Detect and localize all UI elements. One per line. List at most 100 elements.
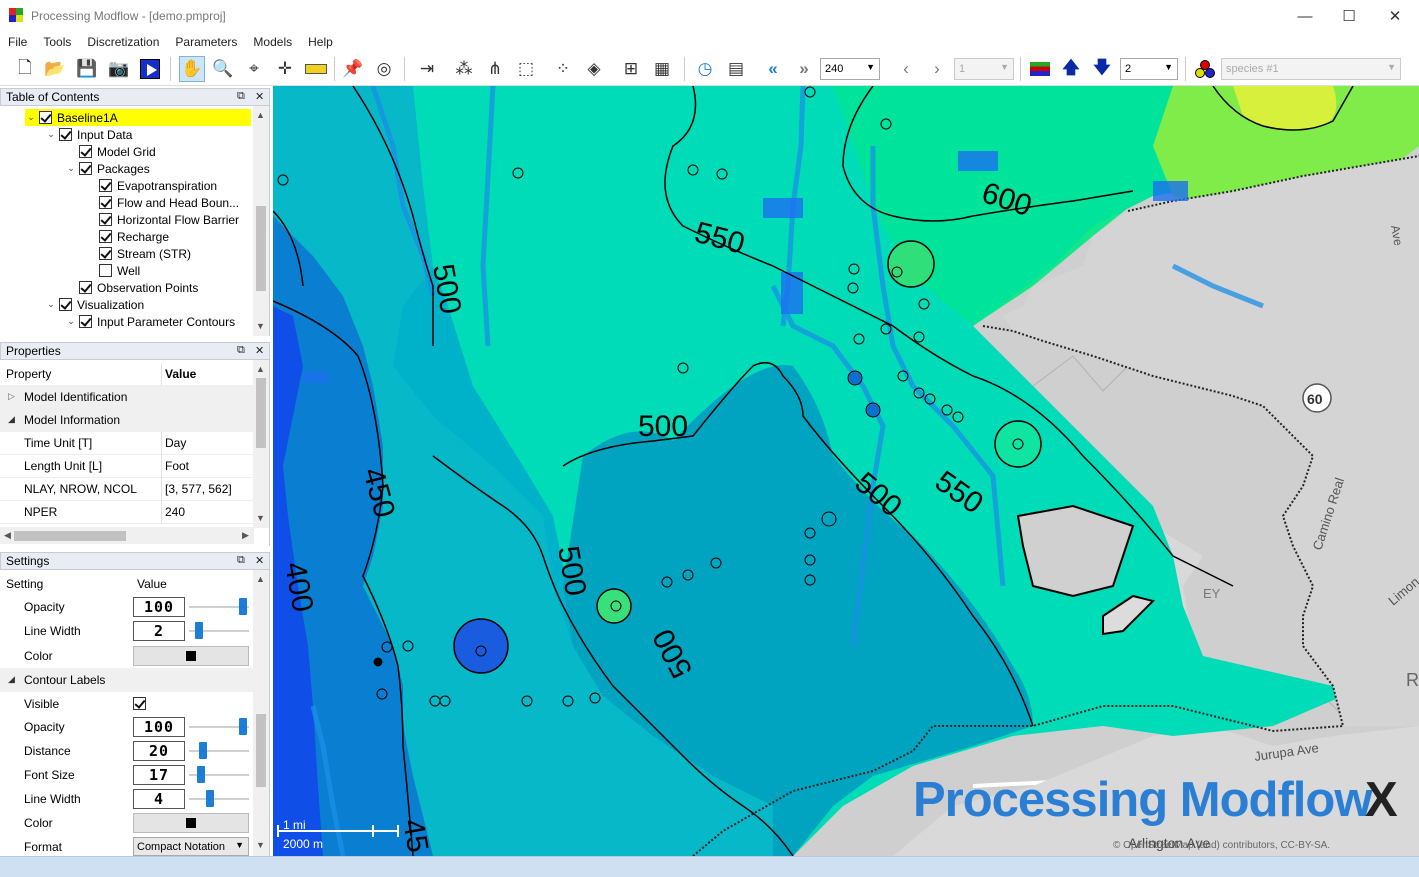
group-model-identification[interactable]: ▷ Model Identification: [0, 386, 254, 409]
checkbox[interactable]: [99, 264, 112, 277]
layer-index-select[interactable]: 1 ▼: [954, 58, 1014, 80]
collapse-icon[interactable]: ⌄: [45, 299, 57, 310]
toc-item-horizontal-flow-barrier[interactable]: Horizontal Flow Barrier: [97, 211, 239, 228]
network-icon[interactable]: ⋔: [482, 56, 508, 82]
toc-item-input-data[interactable]: ⌄ Input Data: [45, 126, 132, 143]
first-period-icon[interactable]: «: [760, 56, 786, 82]
scroll-thumb[interactable]: [256, 206, 266, 291]
color-picker[interactable]: [133, 646, 249, 666]
scroll-up-icon[interactable]: ▲: [256, 110, 265, 120]
split-view-icon[interactable]: ⊞: [618, 56, 644, 82]
scroll-up-icon[interactable]: ▲: [256, 574, 265, 584]
menu-discretization[interactable]: Discretization: [79, 35, 167, 49]
species-icon[interactable]: [1192, 56, 1218, 82]
slider-knob[interactable]: [197, 766, 205, 783]
scroll-thumb[interactable]: [256, 714, 266, 787]
close-icon[interactable]: ✕: [255, 90, 264, 103]
zoom-icon[interactable]: 🔍: [210, 56, 236, 82]
toc-item-baseline[interactable]: ⌄ Baseline1A: [25, 109, 251, 126]
scroll-right-icon[interactable]: ▶: [242, 530, 249, 541]
expand-icon[interactable]: ▷: [8, 391, 15, 402]
toc-item-evapotranspiration[interactable]: Evapotranspiration: [97, 177, 217, 194]
float-icon[interactable]: ⧉: [237, 344, 245, 357]
distance-input[interactable]: 20: [133, 741, 185, 761]
checkbox[interactable]: [79, 145, 92, 158]
group-contour-labels[interactable]: ◢ Contour Labels: [0, 668, 254, 692]
settings-scrollbar[interactable]: ▲ ▼: [253, 570, 269, 856]
label-opacity-input[interactable]: 100: [133, 717, 185, 737]
checkbox[interactable]: [99, 230, 112, 243]
measure-ruler-icon[interactable]: [303, 56, 329, 82]
format-select[interactable]: Compact Notation ▼: [133, 837, 249, 856]
checkbox[interactable]: [99, 213, 112, 226]
particles-icon[interactable]: ⁂: [451, 56, 477, 82]
menu-models[interactable]: Models: [245, 35, 300, 49]
zoom-extent-icon[interactable]: ⌖: [241, 56, 267, 82]
clock-icon[interactable]: ◷: [692, 56, 718, 82]
previous-icon[interactable]: ‹: [893, 56, 919, 82]
property-row[interactable]: NPER 240: [0, 501, 254, 524]
scroll-down-icon[interactable]: ▼: [256, 321, 265, 331]
open-folder-icon[interactable]: 📂: [42, 56, 68, 82]
toc-item-recharge[interactable]: Recharge: [97, 228, 169, 245]
checkbox[interactable]: [99, 196, 112, 209]
map-view[interactable]: 500 550 600 500 550 500 450 500 400 500 …: [273, 86, 1419, 856]
pin-icon[interactable]: 📌: [340, 56, 366, 82]
collapse-icon[interactable]: ⌄: [65, 316, 77, 327]
visible-checkbox[interactable]: [133, 697, 146, 710]
scroll-thumb[interactable]: [256, 378, 266, 448]
scroll-down-icon[interactable]: ▼: [256, 840, 265, 850]
slider-knob[interactable]: [239, 598, 247, 615]
toc-item-visualization[interactable]: ⌄ Visualization: [45, 296, 144, 313]
menu-tools[interactable]: Tools: [35, 35, 79, 49]
opacity-input[interactable]: 100: [133, 597, 185, 617]
font-size-slider[interactable]: [189, 766, 249, 783]
opacity-slider[interactable]: [189, 598, 249, 615]
layer-select[interactable]: 2 ▼: [1120, 58, 1178, 80]
toc-item-observation-points[interactable]: Observation Points: [77, 279, 198, 296]
distance-slider[interactable]: [189, 742, 249, 759]
checkbox[interactable]: [59, 298, 72, 311]
slider-knob[interactable]: [195, 622, 203, 639]
polygon-select-icon[interactable]: ⬚: [513, 56, 539, 82]
properties-scrollbar[interactable]: ▲ ▼: [253, 360, 269, 528]
label-opacity-slider[interactable]: [189, 718, 249, 735]
layers-icon[interactable]: ◈: [581, 56, 607, 82]
label-line-width-input[interactable]: 4: [133, 789, 185, 809]
close-icon[interactable]: ✕: [255, 344, 264, 357]
close-icon[interactable]: ✕: [255, 554, 264, 567]
toc-item-packages[interactable]: ⌄ Packages: [65, 160, 149, 177]
save-icon[interactable]: 💾: [74, 56, 100, 82]
checkbox[interactable]: [79, 315, 92, 328]
menu-help[interactable]: Help: [300, 35, 341, 49]
contour-map[interactable]: 500 550 600 500 550 500 450 500 400 500 …: [273, 86, 1419, 856]
collapse-icon[interactable]: ◢: [8, 674, 15, 685]
new-file-icon[interactable]: 🗋: [12, 56, 38, 82]
export-icon[interactable]: ⇥: [414, 56, 440, 82]
close-button[interactable]: ✕: [1372, 0, 1418, 32]
property-row[interactable]: NLAY, NROW, NCOL [3, 577, 562]: [0, 478, 254, 501]
menu-file[interactable]: File: [0, 35, 35, 49]
last-period-icon[interactable]: »: [791, 56, 817, 82]
label-line-width-slider[interactable]: [189, 790, 249, 807]
slider-knob[interactable]: [206, 790, 214, 807]
toc-item-stream[interactable]: Stream (STR): [97, 245, 191, 262]
scroll-down-icon[interactable]: ▼: [256, 513, 265, 523]
table-icon[interactable]: ▤: [723, 56, 749, 82]
run-icon[interactable]: [137, 56, 163, 82]
pan-hand-icon[interactable]: ✋: [179, 56, 205, 82]
font-size-input[interactable]: 17: [133, 765, 185, 785]
stress-period-select[interactable]: 240 ▼: [820, 58, 880, 80]
scroll-left-icon[interactable]: ◀: [4, 530, 11, 541]
collapse-icon[interactable]: ⌄: [45, 129, 57, 140]
next-icon[interactable]: ›: [924, 56, 950, 82]
checkbox[interactable]: [39, 111, 52, 124]
minimize-button[interactable]: —: [1282, 0, 1328, 32]
collapse-icon[interactable]: ⌄: [65, 163, 77, 174]
crosshair-icon[interactable]: ✛: [272, 56, 298, 82]
label-color-picker[interactable]: [133, 813, 249, 833]
target-icon[interactable]: ◎: [371, 56, 397, 82]
checkbox[interactable]: [79, 281, 92, 294]
toc-item-well[interactable]: Well: [97, 262, 140, 279]
toc-item-input-parameter-contours[interactable]: ⌄ Input Parameter Contours: [65, 313, 235, 330]
